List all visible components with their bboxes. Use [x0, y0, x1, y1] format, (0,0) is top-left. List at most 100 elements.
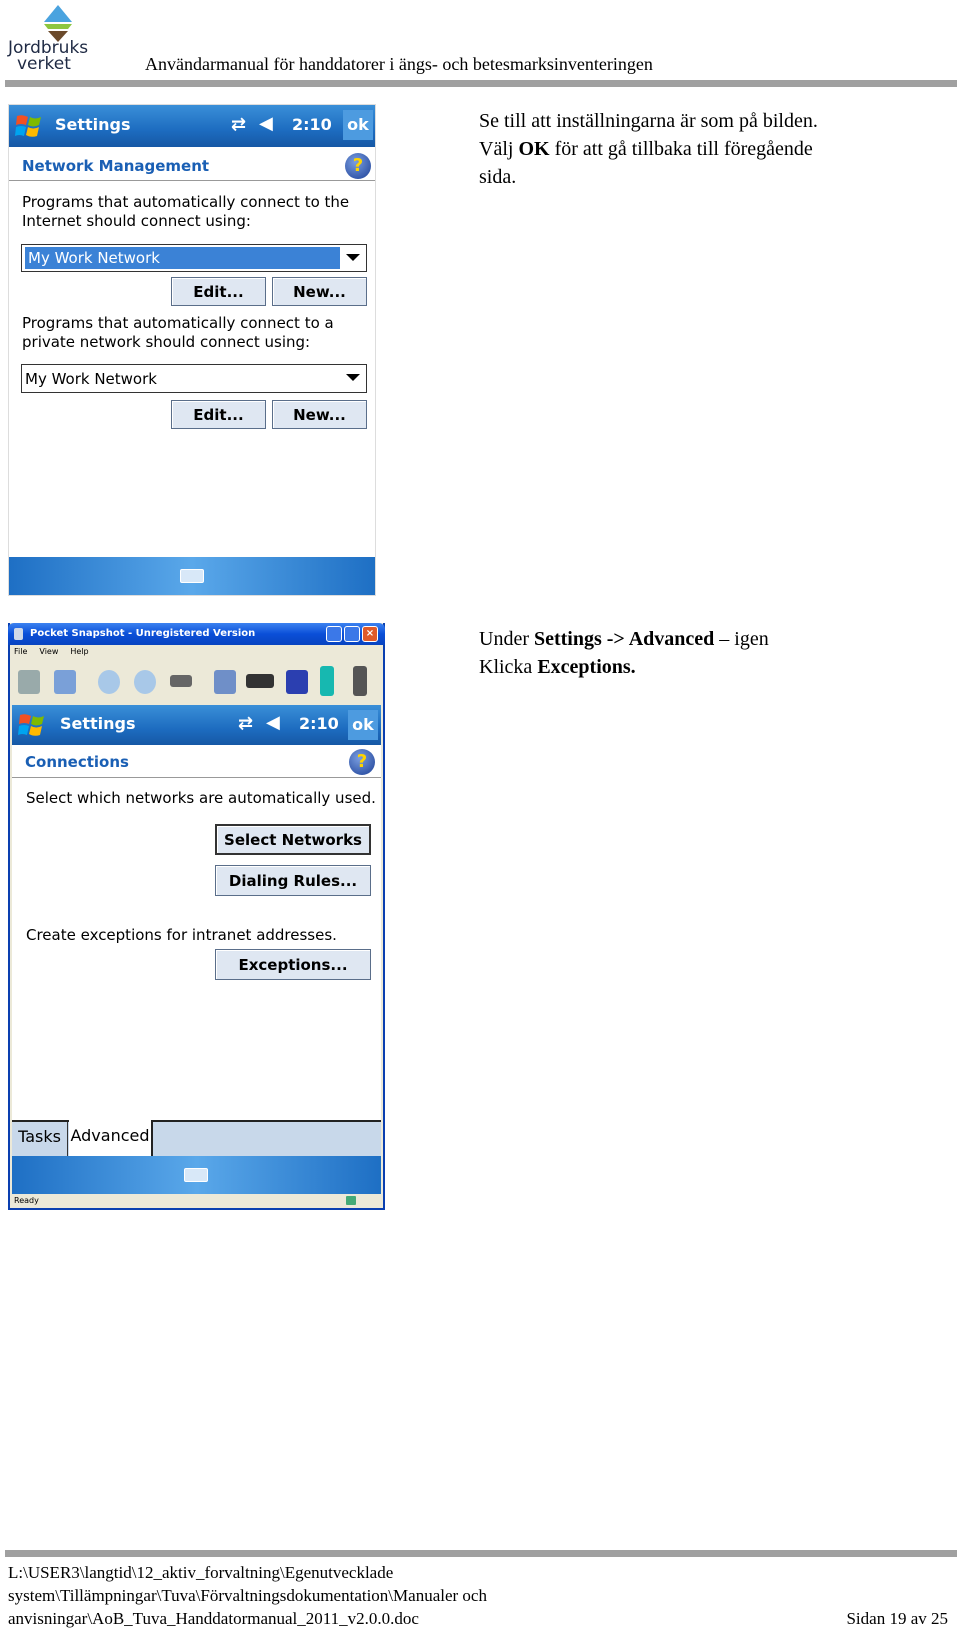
window-title: Pocket Snapshot - Unregistered Version: [30, 628, 256, 639]
text: Programs that automatically connect to t…: [22, 193, 350, 211]
logo: Jordbruks verket: [8, 2, 98, 74]
footer-path-line-1: L:\USER3\langtid\12_aktiv_forvaltning\Eg…: [8, 1563, 394, 1582]
connectivity-icon[interactable]: ⇄: [231, 114, 246, 135]
internet-text: Programs that automatically connect to t…: [22, 193, 349, 231]
instruction-2-line-1: Under Settings -> Advanced – igen: [479, 625, 769, 653]
divider: [9, 180, 375, 181]
menu-view[interactable]: View: [39, 647, 58, 656]
soft-key-bar: [12, 1156, 381, 1194]
private-network-dropdown[interactable]: My Work Network: [21, 364, 367, 393]
record-icon[interactable]: [320, 666, 334, 696]
app-icon: [14, 628, 23, 640]
tab-tasks[interactable]: Tasks: [12, 1122, 68, 1156]
keyboard-icon[interactable]: [184, 1168, 208, 1182]
edit-button-2[interactable]: Edit...: [171, 400, 266, 429]
exceptions-text: Create exceptions for intranet addresses…: [26, 926, 337, 944]
text: private network should connect using:: [22, 333, 311, 351]
instruction-1-line-1: Se till att inställningarna är som på bi…: [479, 110, 818, 132]
toolbar: [10, 661, 383, 703]
exceptions-emphasis: Exceptions.: [537, 656, 636, 678]
dropdown-value: My Work Network: [25, 369, 157, 388]
text: Under: [479, 628, 534, 650]
text: – igen: [714, 628, 769, 650]
text: Klicka: [479, 656, 538, 678]
ok-button[interactable]: ok: [343, 110, 373, 140]
keyboard-icon[interactable]: [180, 569, 204, 583]
text: Internet should connect using:: [22, 212, 251, 230]
connect-icon[interactable]: [18, 670, 40, 694]
disconnect-icon[interactable]: [54, 670, 76, 694]
text: Programs that automatically connect to a: [22, 314, 334, 332]
private-text: Programs that automatically connect to a…: [22, 314, 334, 352]
film-icon[interactable]: [353, 666, 367, 696]
app-title: Settings: [55, 115, 131, 134]
app-title: Settings: [60, 714, 136, 733]
settings-path-emphasis: Settings -> Advanced: [533, 628, 715, 650]
document-header-title: Användarmanual för handdatorer i ängs- o…: [145, 54, 653, 74]
chevron-down-icon: [346, 374, 360, 381]
network-status-icon: [346, 1196, 356, 1205]
title-bar: Settings ⇄ ◀ 2:10 ok: [9, 105, 375, 147]
clock[interactable]: 2:10: [292, 115, 332, 134]
footer-path-line-3: anvisningar\AoB_Tuva_Handdatormanual_201…: [8, 1609, 419, 1628]
menu-file[interactable]: File: [14, 647, 27, 656]
divider: [12, 777, 381, 778]
clock[interactable]: 2:10: [299, 714, 339, 733]
zoom-out-icon[interactable]: [134, 670, 156, 694]
zoom-100-icon[interactable]: [170, 675, 192, 687]
chevron-down-icon: [346, 254, 360, 261]
logo-drop-icon: [44, 5, 72, 42]
camera-icon[interactable]: [246, 674, 274, 688]
new-button-2[interactable]: New...: [272, 400, 367, 429]
windows-start-icon[interactable]: [15, 112, 43, 140]
status-bar: Ready: [12, 1194, 381, 1208]
text: för att gå tillbaka till föregående: [549, 138, 813, 160]
save-icon[interactable]: [286, 670, 308, 694]
content-area: Connections ? Select which networks are …: [12, 745, 381, 1120]
page-number: Sidan 19 av 25: [846, 1609, 948, 1628]
exceptions-button[interactable]: Exceptions...: [215, 949, 371, 980]
tab-strip: Tasks Advanced: [12, 1120, 381, 1156]
internet-network-dropdown[interactable]: My Work Network: [21, 244, 367, 272]
networks-text: Select which networks are automatically …: [26, 789, 376, 807]
logo-text-2: verket: [17, 54, 71, 74]
ok-emphasis: OK: [518, 138, 550, 160]
dropdown-value: My Work Network: [25, 247, 340, 269]
dialing-rules-button[interactable]: Dialing Rules...: [215, 865, 371, 896]
instruction-2: Under Settings -> Advanced – igen Klicka…: [479, 625, 769, 681]
volume-icon[interactable]: ◀: [259, 113, 273, 134]
connectivity-icon[interactable]: ⇄: [238, 713, 253, 734]
volume-icon[interactable]: ◀: [266, 712, 280, 733]
header-rule: [5, 80, 957, 87]
tab-advanced[interactable]: Advanced: [69, 1120, 153, 1156]
text: Välj: [479, 138, 519, 160]
screenshot-pocket-snapshot: Pocket Snapshot - Unregistered Version ×…: [8, 623, 385, 1210]
instruction-1: Se till att inställningarna är som på bi…: [479, 107, 818, 191]
help-icon[interactable]: ?: [345, 153, 371, 179]
footer-path-line-2: system\Tillämpningar\Tuva\Förvaltningsdo…: [8, 1586, 487, 1605]
maximize-button[interactable]: [344, 626, 360, 642]
zoom-in-icon[interactable]: [98, 670, 120, 694]
select-networks-button[interactable]: Select Networks: [215, 824, 371, 855]
menu-bar: File View Help: [14, 647, 89, 656]
instruction-1-line-3: sida.: [479, 166, 517, 188]
instruction-1-line-2: Välj OK för att gå tillbaka till föregåe…: [479, 135, 818, 163]
edit-button-1[interactable]: Edit...: [171, 277, 266, 306]
footer-path: L:\USER3\langtid\12_aktiv_forvaltning\Eg…: [8, 1561, 487, 1630]
ok-button[interactable]: ok: [348, 710, 378, 740]
copy-icon[interactable]: [214, 670, 236, 694]
section-title: Network Management: [22, 157, 210, 175]
screenshot-network-management: Settings ⇄ ◀ 2:10 ok Network Management …: [8, 104, 376, 596]
windows-start-icon[interactable]: [18, 711, 46, 739]
soft-key-bar: [9, 557, 375, 595]
section-title: Connections: [25, 753, 129, 771]
new-button-1[interactable]: New...: [272, 277, 367, 306]
menu-help[interactable]: Help: [70, 647, 88, 656]
instruction-2-line-2: Klicka Exceptions.: [479, 653, 769, 681]
close-button[interactable]: ×: [362, 626, 378, 642]
help-icon[interactable]: ?: [349, 749, 375, 775]
minimize-button[interactable]: [326, 626, 342, 642]
footer-rule: [5, 1550, 957, 1557]
window-title-bar: Pocket Snapshot - Unregistered Version ×: [8, 623, 385, 645]
title-bar: Settings ⇄ ◀ 2:10 ok: [12, 705, 381, 745]
